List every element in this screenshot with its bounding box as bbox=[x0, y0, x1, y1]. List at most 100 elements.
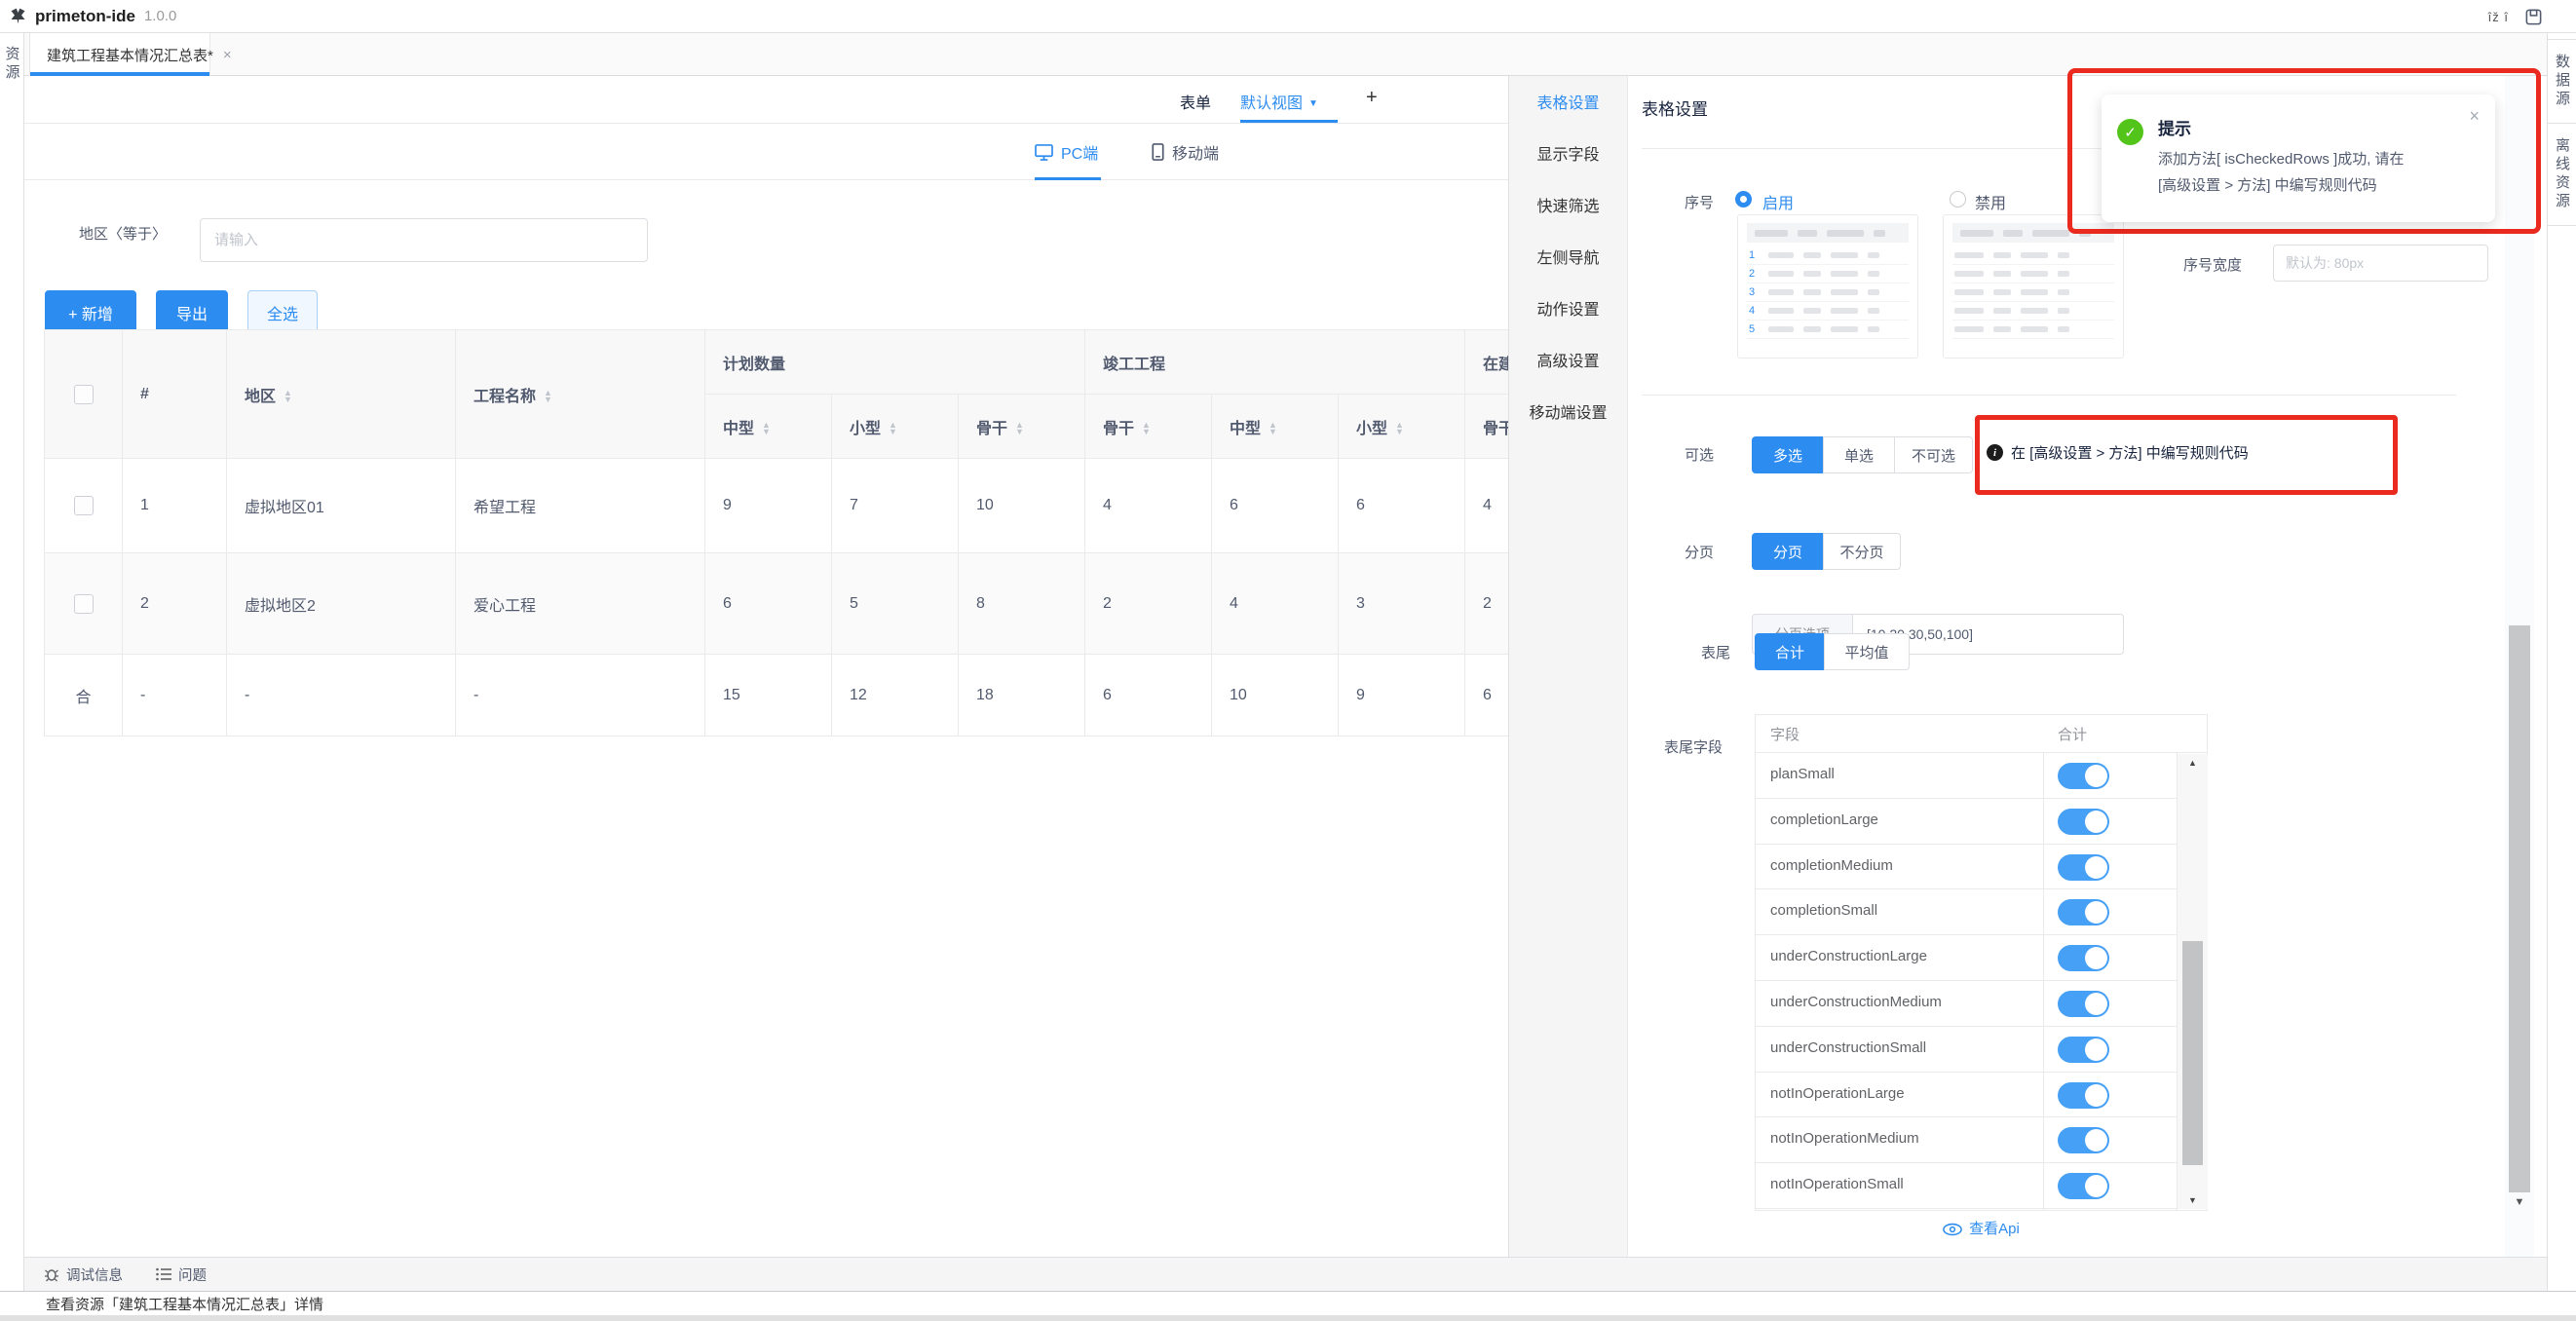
footer-sum-button[interactable]: 合计 bbox=[1755, 633, 1825, 670]
app-version: 1.0.0 bbox=[144, 8, 176, 24]
settings-nav-quick-filter[interactable]: 快速筛选 bbox=[1509, 181, 1627, 233]
field-toggle[interactable] bbox=[2058, 1037, 2109, 1063]
field-list-scrollbar[interactable]: ▲ ▼ bbox=[2178, 754, 2208, 1209]
settings-nav-actions[interactable]: 动作设置 bbox=[1509, 284, 1627, 336]
col-header-plan-small[interactable]: 小型▲▼ bbox=[832, 395, 959, 459]
scrollbar-thumb[interactable] bbox=[2509, 625, 2530, 1192]
row-checkbox[interactable] bbox=[74, 594, 94, 614]
selectable-single-button[interactable]: 单选 bbox=[1823, 436, 1895, 473]
settings-nav-advanced[interactable]: 高级设置 bbox=[1509, 336, 1627, 388]
tab-close-icon[interactable]: × bbox=[223, 47, 232, 63]
sort-icon[interactable]: ▲▼ bbox=[1269, 422, 1277, 435]
seq-disable-label[interactable]: 禁用 bbox=[1975, 190, 2006, 213]
bug-icon bbox=[44, 1266, 59, 1282]
panel-scrollbar[interactable]: ▼ bbox=[2505, 76, 2534, 1257]
sort-icon[interactable]: ▲▼ bbox=[1395, 422, 1404, 435]
seq-disable-radio[interactable] bbox=[1950, 191, 1966, 208]
sort-icon[interactable]: ▲▼ bbox=[1015, 422, 1024, 435]
status-bar-text: 查看资源「建筑工程基本情况汇总表」详情 bbox=[46, 1294, 323, 1314]
add-view-button[interactable]: + bbox=[1366, 87, 1378, 109]
field-toggle[interactable] bbox=[2058, 854, 2109, 881]
field-name: completionSmall bbox=[1770, 902, 1877, 919]
view-api-link[interactable]: 查看Api bbox=[1755, 1218, 2208, 1238]
footer-fields-table: 字段 合计 planSmall completionLarge completi… bbox=[1755, 714, 2208, 1211]
field-toggle[interactable] bbox=[2058, 991, 2109, 1017]
sort-icon[interactable]: ▲▼ bbox=[762, 422, 771, 435]
select-all-button[interactable]: 全选 bbox=[247, 290, 318, 334]
selectable-none-button[interactable]: 不可选 bbox=[1894, 436, 1973, 473]
cell-value: 4 bbox=[1085, 459, 1212, 553]
tab-form[interactable]: 表单 bbox=[1180, 90, 1211, 113]
summary-cell: 6 bbox=[1085, 655, 1212, 736]
field-name: notInOperationSmall bbox=[1770, 1176, 1904, 1192]
seq-width-input[interactable] bbox=[2273, 245, 2488, 282]
field-toggle[interactable] bbox=[2058, 1082, 2109, 1109]
add-record-button[interactable]: + 新增 bbox=[45, 290, 136, 334]
toast-close-icon[interactable]: × bbox=[2469, 106, 2480, 127]
footer-avg-button[interactable]: 平均值 bbox=[1824, 633, 1910, 670]
settings-nav-mobile[interactable]: 移动端设置 bbox=[1509, 388, 1627, 439]
toast-title: 提示 bbox=[2158, 115, 2191, 139]
field-toggle[interactable] bbox=[2058, 763, 2109, 789]
table-row[interactable]: 1 虚拟地区01 希望工程 9 7 10 4 6 6 4 bbox=[45, 459, 1509, 553]
datasource-rail-tab[interactable]: 数据源 bbox=[2548, 39, 2576, 124]
tab-default-view[interactable]: 默认视图▼ bbox=[1240, 90, 1318, 113]
sort-icon[interactable]: ▲▼ bbox=[284, 390, 292, 403]
device-tab-bar: PC端 移动端 bbox=[24, 124, 1508, 180]
scroll-down-icon[interactable]: ▼ bbox=[2178, 1195, 2208, 1205]
col-header-completion-medium[interactable]: 中型▲▼ bbox=[1212, 395, 1339, 459]
cell-value: 10 bbox=[959, 459, 1085, 553]
field-toggle[interactable] bbox=[2058, 809, 2109, 835]
pagination-off-button[interactable]: 不分页 bbox=[1823, 533, 1901, 570]
settings-nav-left-nav[interactable]: 左侧导航 bbox=[1509, 233, 1627, 284]
tab-mobile[interactable]: 移动端 bbox=[1152, 124, 1219, 180]
col-header-completion-small[interactable]: 小型▲▼ bbox=[1339, 395, 1465, 459]
resources-rail-tab[interactable]: 资源 bbox=[2, 46, 22, 83]
scroll-up-icon[interactable]: ▲ bbox=[2178, 758, 2208, 768]
seq-enable-label[interactable]: 启用 bbox=[1762, 190, 1794, 213]
select-all-checkbox[interactable] bbox=[74, 385, 94, 404]
scrollbar-thumb[interactable] bbox=[2182, 941, 2203, 1165]
field-toggle[interactable] bbox=[2058, 945, 2109, 971]
debug-info-tab[interactable]: 调试信息 bbox=[44, 1264, 123, 1285]
editor-tab-active[interactable]: 建筑工程基本情况汇总表* × bbox=[29, 33, 210, 76]
settings-nav: 表格设置 显示字段 快速筛选 左侧导航 动作设置 高级设置 移动端设置 bbox=[1508, 76, 1627, 1257]
tab-pc[interactable]: PC端 bbox=[1035, 124, 1098, 180]
field-column-header: 字段 bbox=[1770, 724, 1799, 744]
col-header-completion-backbone[interactable]: 骨干▲▼ bbox=[1085, 395, 1212, 459]
cell-value: 2 bbox=[1465, 553, 1509, 655]
footer-fields-label: 表尾字段 bbox=[1664, 736, 1723, 757]
filter-input[interactable] bbox=[200, 218, 648, 262]
success-check-icon: ✓ bbox=[2117, 119, 2143, 145]
seq-enable-radio[interactable] bbox=[1735, 191, 1752, 208]
field-toggle[interactable] bbox=[2058, 899, 2109, 925]
export-button[interactable]: 导出 bbox=[156, 290, 228, 334]
table-row[interactable]: 2 虚拟地区2 爱心工程 6 5 8 2 4 3 2 bbox=[45, 553, 1509, 655]
sort-icon[interactable]: ▲▼ bbox=[544, 390, 552, 403]
save-icon[interactable] bbox=[2524, 8, 2543, 26]
offline-resources-rail-tab[interactable]: 离线资源 bbox=[2548, 124, 2576, 226]
field-toggle[interactable] bbox=[2058, 1127, 2109, 1153]
col-header-plan-backbone[interactable]: 骨干▲▼ bbox=[959, 395, 1085, 459]
titlebar-glyph-icons[interactable]: îž î bbox=[2488, 10, 2509, 24]
scroll-down-icon[interactable]: ▼ bbox=[2505, 1196, 2534, 1208]
col-header-index: # bbox=[123, 330, 227, 459]
problems-tab[interactable]: 问题 bbox=[156, 1264, 207, 1285]
summary-cell: 10 bbox=[1212, 655, 1339, 736]
sort-icon[interactable]: ▲▼ bbox=[889, 422, 897, 435]
sort-icon[interactable]: ▲▼ bbox=[1142, 422, 1151, 435]
col-header-uc-backbone[interactable]: 骨干▲▼ bbox=[1465, 395, 1509, 459]
cell-index: 2 bbox=[123, 553, 227, 655]
col-header-region[interactable]: 地区▲▼ bbox=[227, 330, 456, 459]
group-header-plan: 计划数量 bbox=[705, 330, 1085, 395]
row-checkbox[interactable] bbox=[74, 496, 94, 515]
settings-panel: 表格设置 序号 启用 1 2 3 4 5 禁用 序号宽度 可选 多选 单选 不可… bbox=[1627, 76, 2547, 1257]
cell-value: 3 bbox=[1339, 553, 1465, 655]
col-header-project[interactable]: 工程名称▲▼ bbox=[456, 330, 705, 459]
field-toggle[interactable] bbox=[2058, 1173, 2109, 1199]
col-header-plan-medium[interactable]: 中型▲▼ bbox=[705, 395, 832, 459]
pagination-on-button[interactable]: 分页 bbox=[1752, 533, 1824, 570]
selectable-multi-button[interactable]: 多选 bbox=[1752, 436, 1824, 473]
settings-nav-fields[interactable]: 显示字段 bbox=[1509, 130, 1627, 181]
settings-nav-table[interactable]: 表格设置 bbox=[1509, 78, 1627, 130]
